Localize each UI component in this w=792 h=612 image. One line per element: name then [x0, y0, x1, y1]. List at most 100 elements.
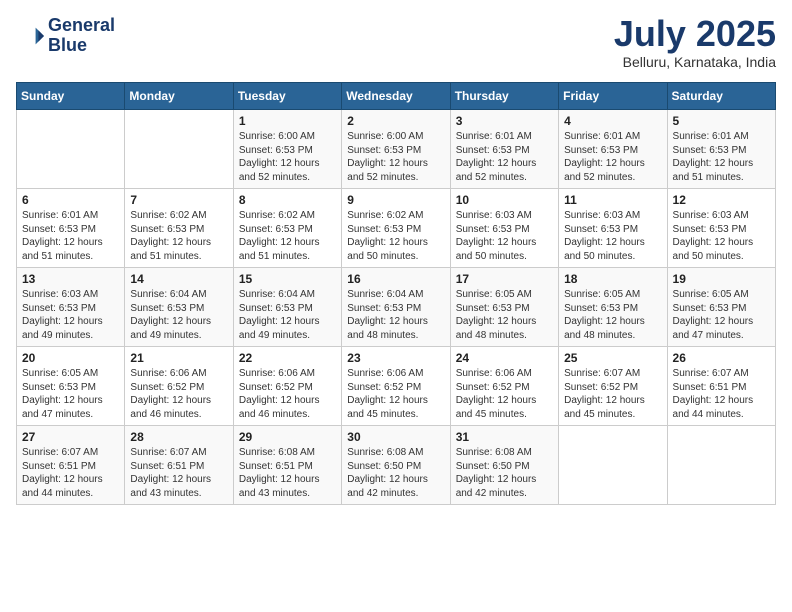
day-info: Sunrise: 6:04 AM Sunset: 6:53 PM Dayligh…	[347, 288, 444, 342]
calendar-cell: 29 Sunrise: 6:08 AM Sunset: 6:51 PM Dayli…	[233, 426, 341, 505]
logo: General Blue	[16, 16, 115, 56]
day-number: 17	[456, 272, 553, 286]
day-info: Sunrise: 6:07 AM Sunset: 6:52 PM Dayligh…	[564, 367, 661, 421]
day-number: 25	[564, 351, 661, 365]
day-number: 14	[130, 272, 227, 286]
calendar-cell: 19 Sunrise: 6:05 AM Sunset: 6:53 PM Dayli…	[667, 268, 775, 347]
calendar-cell: 7Sunrise: 6:02 AM Sunset: 6:53 PM Daylig…	[125, 189, 233, 268]
calendar-cell: 27 Sunrise: 6:07 AM Sunset: 6:51 PM Dayli…	[17, 426, 125, 505]
day-number: 24	[456, 351, 553, 365]
day-info: Sunrise: 6:07 AM Sunset: 6:51 PM Dayligh…	[130, 446, 227, 500]
calendar-week-row: 13 Sunrise: 6:03 AM Sunset: 6:53 PM Dayli…	[17, 268, 776, 347]
day-info: Sunrise: 6:02 AM Sunset: 6:53 PM Dayligh…	[239, 209, 336, 263]
day-info: Sunrise: 6:01 AM Sunset: 6:53 PM Dayligh…	[673, 130, 770, 184]
day-info: Sunrise: 6:02 AM Sunset: 6:53 PM Dayligh…	[130, 209, 227, 263]
day-info: Sunrise: 6:03 AM Sunset: 6:53 PM Dayligh…	[564, 209, 661, 263]
calendar-cell: 12 Sunrise: 6:03 AM Sunset: 6:53 PM Dayli…	[667, 189, 775, 268]
calendar-cell: 31 Sunrise: 6:08 AM Sunset: 6:50 PM Dayli…	[450, 426, 558, 505]
day-number: 4	[564, 114, 661, 128]
calendar-cell: 1 Sunrise: 6:00 AM Sunset: 6:53 PM Daylig…	[233, 110, 341, 189]
calendar-week-row: 20Sunrise: 6:05 AM Sunset: 6:53 PM Dayli…	[17, 347, 776, 426]
day-number: 20	[22, 351, 119, 365]
calendar-table: SundayMondayTuesdayWednesdayThursdayFrid…	[16, 82, 776, 505]
calendar-cell: 20Sunrise: 6:05 AM Sunset: 6:53 PM Dayli…	[17, 347, 125, 426]
calendar-cell	[559, 426, 667, 505]
day-info: Sunrise: 6:03 AM Sunset: 6:53 PM Dayligh…	[456, 209, 553, 263]
day-info: Sunrise: 6:06 AM Sunset: 6:52 PM Dayligh…	[130, 367, 227, 421]
calendar-cell: 15 Sunrise: 6:04 AM Sunset: 6:53 PM Dayli…	[233, 268, 341, 347]
day-number: 13	[22, 272, 119, 286]
day-info: Sunrise: 6:08 AM Sunset: 6:50 PM Dayligh…	[456, 446, 553, 500]
calendar-cell: 5 Sunrise: 6:01 AM Sunset: 6:53 PM Daylig…	[667, 110, 775, 189]
day-number: 6	[22, 193, 119, 207]
calendar-cell: 4 Sunrise: 6:01 AM Sunset: 6:53 PM Daylig…	[559, 110, 667, 189]
calendar-cell: 8 Sunrise: 6:02 AM Sunset: 6:53 PM Daylig…	[233, 189, 341, 268]
day-number: 22	[239, 351, 336, 365]
day-info: Sunrise: 6:05 AM Sunset: 6:53 PM Dayligh…	[564, 288, 661, 342]
day-number: 5	[673, 114, 770, 128]
day-number: 11	[564, 193, 661, 207]
day-info: Sunrise: 6:08 AM Sunset: 6:50 PM Dayligh…	[347, 446, 444, 500]
calendar-cell: 22 Sunrise: 6:06 AM Sunset: 6:52 PM Dayli…	[233, 347, 341, 426]
calendar-cell: 25 Sunrise: 6:07 AM Sunset: 6:52 PM Dayli…	[559, 347, 667, 426]
calendar-cell: 18 Sunrise: 6:05 AM Sunset: 6:53 PM Dayli…	[559, 268, 667, 347]
day-info: Sunrise: 6:06 AM Sunset: 6:52 PM Dayligh…	[456, 367, 553, 421]
calendar-cell: 9Sunrise: 6:02 AM Sunset: 6:53 PM Daylig…	[342, 189, 450, 268]
calendar-cell: 11 Sunrise: 6:03 AM Sunset: 6:53 PM Dayli…	[559, 189, 667, 268]
day-number: 10	[456, 193, 553, 207]
day-number: 19	[673, 272, 770, 286]
month-title: July 2025	[614, 16, 776, 52]
day-number: 28	[130, 430, 227, 444]
day-number: 15	[239, 272, 336, 286]
calendar-cell: 6Sunrise: 6:01 AM Sunset: 6:53 PM Daylig…	[17, 189, 125, 268]
day-info: Sunrise: 6:02 AM Sunset: 6:53 PM Dayligh…	[347, 209, 444, 263]
day-info: Sunrise: 6:00 AM Sunset: 6:53 PM Dayligh…	[239, 130, 336, 184]
page-header: General Blue July 2025 Belluru, Karnatak…	[16, 16, 776, 70]
calendar-cell	[125, 110, 233, 189]
day-info: Sunrise: 6:00 AM Sunset: 6:53 PM Dayligh…	[347, 130, 444, 184]
logo-icon	[16, 22, 44, 50]
day-info: Sunrise: 6:08 AM Sunset: 6:51 PM Dayligh…	[239, 446, 336, 500]
day-info: Sunrise: 6:06 AM Sunset: 6:52 PM Dayligh…	[347, 367, 444, 421]
day-number: 1	[239, 114, 336, 128]
calendar-cell: 24 Sunrise: 6:06 AM Sunset: 6:52 PM Dayli…	[450, 347, 558, 426]
day-number: 3	[456, 114, 553, 128]
calendar-cell	[17, 110, 125, 189]
calendar-cell: 28 Sunrise: 6:07 AM Sunset: 6:51 PM Dayli…	[125, 426, 233, 505]
calendar-cell: 23 Sunrise: 6:06 AM Sunset: 6:52 PM Dayli…	[342, 347, 450, 426]
calendar-cell: 30 Sunrise: 6:08 AM Sunset: 6:50 PM Dayli…	[342, 426, 450, 505]
day-number: 8	[239, 193, 336, 207]
day-number: 16	[347, 272, 444, 286]
day-info: Sunrise: 6:05 AM Sunset: 6:53 PM Dayligh…	[673, 288, 770, 342]
calendar-cell: 2 Sunrise: 6:00 AM Sunset: 6:53 PM Daylig…	[342, 110, 450, 189]
weekday-header-row: SundayMondayTuesdayWednesdayThursdayFrid…	[17, 83, 776, 110]
weekday-header: Thursday	[450, 83, 558, 110]
day-info: Sunrise: 6:01 AM Sunset: 6:53 PM Dayligh…	[564, 130, 661, 184]
day-number: 2	[347, 114, 444, 128]
calendar-cell: 10 Sunrise: 6:03 AM Sunset: 6:53 PM Dayli…	[450, 189, 558, 268]
logo-text: General Blue	[48, 16, 115, 56]
calendar-cell	[667, 426, 775, 505]
day-info: Sunrise: 6:05 AM Sunset: 6:53 PM Dayligh…	[456, 288, 553, 342]
day-info: Sunrise: 6:03 AM Sunset: 6:53 PM Dayligh…	[22, 288, 119, 342]
calendar-week-row: 27 Sunrise: 6:07 AM Sunset: 6:51 PM Dayli…	[17, 426, 776, 505]
day-info: Sunrise: 6:06 AM Sunset: 6:52 PM Dayligh…	[239, 367, 336, 421]
calendar-cell: 17 Sunrise: 6:05 AM Sunset: 6:53 PM Dayli…	[450, 268, 558, 347]
day-number: 27	[22, 430, 119, 444]
weekday-header: Sunday	[17, 83, 125, 110]
calendar-cell: 21Sunrise: 6:06 AM Sunset: 6:52 PM Dayli…	[125, 347, 233, 426]
day-number: 30	[347, 430, 444, 444]
weekday-header: Saturday	[667, 83, 775, 110]
day-info: Sunrise: 6:07 AM Sunset: 6:51 PM Dayligh…	[22, 446, 119, 500]
day-number: 31	[456, 430, 553, 444]
calendar-cell: 26Sunrise: 6:07 AM Sunset: 6:51 PM Dayli…	[667, 347, 775, 426]
day-info: Sunrise: 6:03 AM Sunset: 6:53 PM Dayligh…	[673, 209, 770, 263]
day-number: 12	[673, 193, 770, 207]
day-number: 29	[239, 430, 336, 444]
title-block: July 2025 Belluru, Karnataka, India	[614, 16, 776, 70]
calendar-week-row: 1 Sunrise: 6:00 AM Sunset: 6:53 PM Daylig…	[17, 110, 776, 189]
calendar-cell: 16 Sunrise: 6:04 AM Sunset: 6:53 PM Dayli…	[342, 268, 450, 347]
day-number: 23	[347, 351, 444, 365]
day-number: 18	[564, 272, 661, 286]
day-info: Sunrise: 6:04 AM Sunset: 6:53 PM Dayligh…	[239, 288, 336, 342]
